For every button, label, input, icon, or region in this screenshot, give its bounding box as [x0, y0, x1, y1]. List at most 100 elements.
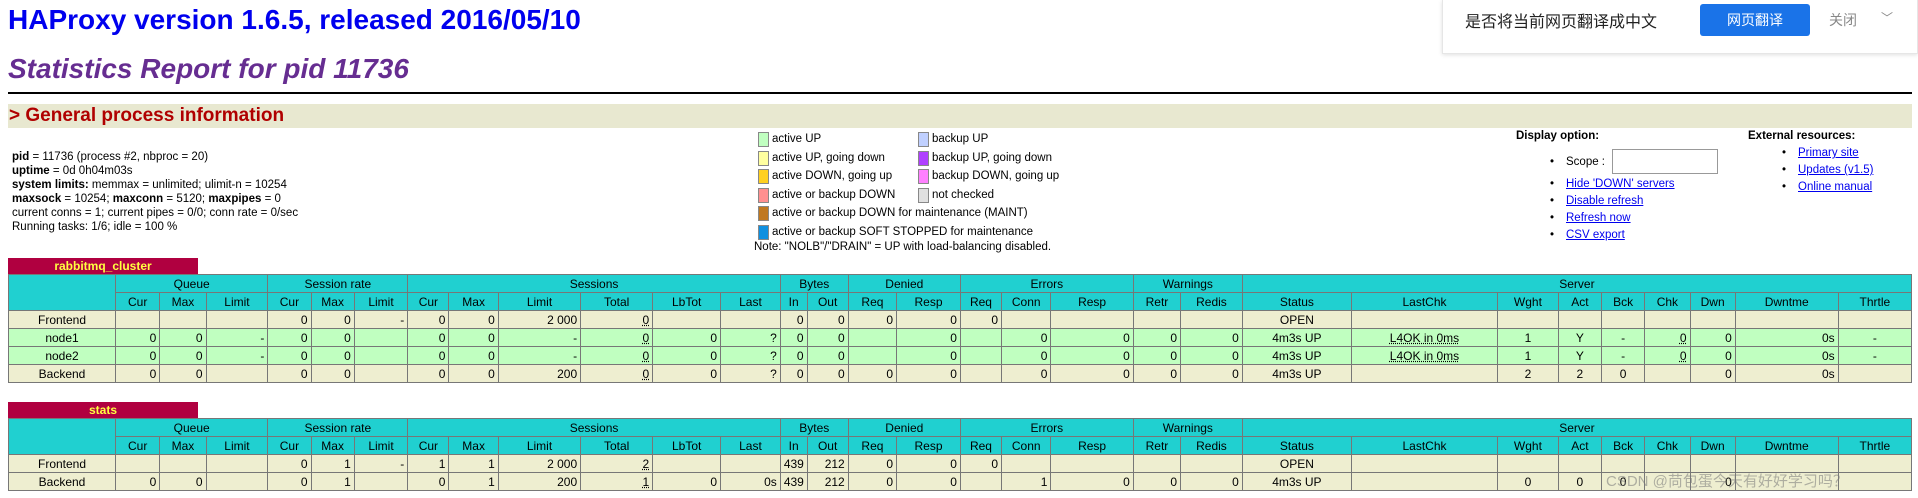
translate-close-button[interactable]: 关闭: [1829, 10, 1857, 30]
table-cell: 0: [1600, 364, 1646, 383]
table-column-header: In: [779, 292, 808, 311]
legend-label: active DOWN, going up: [772, 170, 893, 182]
row-name-cell[interactable]: Backend: [7, 472, 117, 491]
table-cell: 0: [310, 364, 355, 383]
table-group-header: Bytes: [779, 274, 849, 293]
table-cell: 0: [267, 328, 312, 347]
table-cell: 0: [1689, 328, 1736, 347]
legend-swatch: [758, 187, 769, 203]
row-name-cell[interactable]: Frontend: [7, 310, 117, 329]
scope-row: Scope :: [1516, 148, 1719, 176]
table-cell: Y: [1557, 346, 1603, 365]
table-row[interactable]: node1 0 0-0 0 0 0-0 0? 0 0 0 0 0 0 0 4m3s UP L4OK in 0m…: [7, 328, 1913, 347]
table-row[interactable]: node2 0 0-0 0 0 0-0 0? 0 0 0 0 0 0 0 4m3s UP L4OK in 0m…: [7, 346, 1913, 365]
legend-label: backup DOWN, going up: [932, 170, 1060, 182]
translate-question: 是否将当前网页翻译成中文: [1465, 14, 1658, 31]
process-info-key: maxsock: [12, 193, 62, 205]
table-group-header: Sessions: [407, 418, 781, 437]
table-cell: [1837, 472, 1913, 491]
csv-export-link[interactable]: CSV export: [1566, 229, 1625, 241]
table-group-header: Errors: [959, 418, 1134, 437]
table-cell: [115, 310, 161, 329]
table-cell: 0: [407, 364, 450, 383]
table-subheader-row: Cur Max Limit Cur Max Limit Cur Max Limit Total Lb…: [9, 292, 1913, 311]
table-column-header: Resp: [896, 292, 961, 311]
hide-down-servers-link[interactable]: Hide 'DOWN' servers: [1566, 178, 1675, 190]
table-cell: Y: [1557, 328, 1603, 347]
table-column-header: Resp: [1050, 436, 1134, 455]
table-cell: 0: [1132, 472, 1182, 491]
table-cell: 0: [1644, 346, 1691, 365]
table-column-header: Req: [959, 436, 1003, 455]
table-cell: [159, 454, 207, 473]
table-cell: 0: [896, 310, 961, 329]
table-cell: 0: [1180, 364, 1243, 383]
table-cell: 2: [1497, 364, 1559, 383]
table-cell: 0s: [1734, 346, 1839, 365]
table-cell: 2: [1557, 364, 1603, 383]
table-cell: 0: [806, 364, 849, 383]
table-cell: 0: [407, 310, 450, 329]
table-cell: 0: [806, 310, 849, 329]
table-column-header: Req: [959, 292, 1003, 311]
table-column-header: Limit: [497, 292, 582, 311]
general-info-heading: > General process information: [8, 104, 1912, 128]
table-row[interactable]: Frontend 0 0-0 0 2 000 0 0 0 0 0 0 OPEN: [7, 310, 1913, 329]
legend-item: active DOWN, going up: [758, 169, 892, 184]
table-cell: 0: [959, 454, 1003, 473]
process-info-line: current conns = 1; current pipes = 0/0; …: [12, 206, 298, 220]
row-name-cell[interactable]: Backend: [7, 364, 117, 383]
table-cell: 1: [580, 472, 654, 491]
chevron-down-icon[interactable]: ﹀: [1881, 9, 1893, 26]
row-name-cell[interactable]: node1: [7, 328, 117, 347]
proxy-name-rabbitmq-cluster[interactable]: rabbitmq_cluster: [8, 258, 198, 274]
table-column-header: Out: [806, 436, 849, 455]
table-cell: 0: [1050, 346, 1134, 365]
table-cell: [1001, 454, 1052, 473]
table-column-header: Bck: [1600, 292, 1646, 311]
online-manual-link[interactable]: Online manual: [1798, 181, 1872, 193]
table-cell: 0: [115, 328, 161, 347]
table-cell: 0: [779, 364, 808, 383]
table-row[interactable]: Backend 0 0 0 0 0 0 200 0 0? 0 0 0 0 0 0 0 0 4m3s UP 2 2 0 0 0s: [7, 364, 1913, 383]
table-column-header: Bck: [1600, 436, 1646, 455]
table-cell: ?: [720, 328, 781, 347]
table-cell: OPEN: [1241, 454, 1352, 473]
table-cell: 0: [806, 346, 849, 365]
table-group-header: Sessions: [407, 274, 781, 293]
legend-label: active or backup SOFT STOPPED for mainte…: [772, 225, 1033, 238]
primary-site-link[interactable]: Primary site: [1798, 147, 1859, 159]
table-cell: 200: [497, 472, 582, 491]
table-cell: 0: [896, 364, 961, 383]
table-column-header: Wght: [1497, 292, 1559, 311]
table-group-header: Server: [1241, 274, 1913, 293]
legend-note: Note: "NOLB"/"DRAIN" = UP with load-bala…: [754, 241, 1052, 253]
table-cell: [652, 310, 722, 329]
table-column-header: Resp: [896, 436, 961, 455]
table-column-header: Act: [1557, 436, 1603, 455]
legend-swatch: [758, 224, 769, 240]
refresh-now-link[interactable]: Refresh now: [1566, 212, 1631, 224]
table-column-header: Act: [1557, 292, 1603, 311]
table-cell: -: [353, 454, 409, 473]
table-cell: 0: [1050, 472, 1134, 491]
scope-input[interactable]: [1612, 149, 1719, 175]
table-column-header: Conn: [1001, 436, 1052, 455]
table-column-header: Redis: [1180, 436, 1243, 455]
table-cell: 0: [1557, 472, 1603, 491]
external-link-item: Primary site: [1748, 145, 1873, 162]
disable-refresh-link[interactable]: Disable refresh: [1566, 195, 1643, 207]
table-cell: 439: [779, 472, 808, 491]
process-info-line: system limits: memmax = unlimited; ulimi…: [12, 178, 298, 192]
table-cell: 0: [847, 364, 898, 383]
row-name-cell[interactable]: Frontend: [7, 454, 117, 473]
row-name-cell[interactable]: node2: [7, 346, 117, 365]
table-cell: 0: [1001, 346, 1052, 365]
updates-link[interactable]: Updates (v1.5): [1798, 164, 1873, 176]
table-cell: 4m3s UP: [1241, 472, 1352, 491]
table-cell: 0: [1050, 328, 1134, 347]
translate-button[interactable]: 网页翻译: [1700, 4, 1810, 36]
proxy-name-stats[interactable]: stats: [8, 402, 198, 418]
table-cell: 0: [779, 310, 808, 329]
table-column-header: Retr: [1132, 292, 1182, 311]
